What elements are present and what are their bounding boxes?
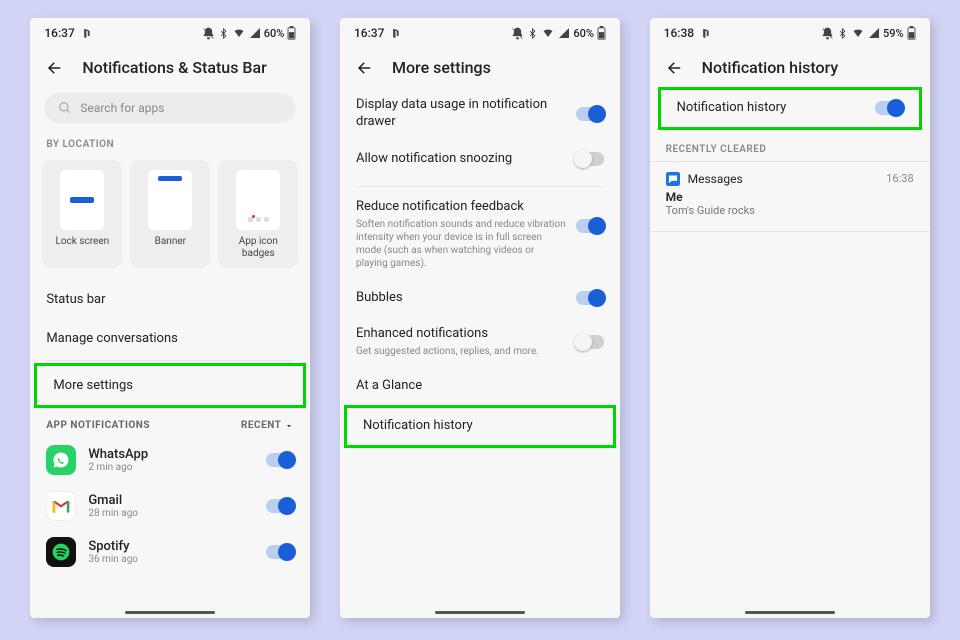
whatsapp-icon [52, 451, 70, 469]
by-location-label: BY LOCATION [30, 133, 310, 156]
search-input[interactable]: Search for apps [44, 93, 296, 123]
app-notifications-header: APP NOTIFICATIONS RECENT [30, 408, 310, 437]
status-time: 16:37 [354, 26, 384, 40]
bell-off-icon [511, 27, 524, 40]
app-row-spotify[interactable]: Spotify36 min ago [30, 529, 310, 575]
tile-lock-screen[interactable]: Lock screen [42, 160, 122, 268]
toggle-enhanced[interactable] [576, 335, 604, 349]
battery-percent: 60% [264, 27, 285, 40]
page-header: Notifications & Status Bar [30, 44, 310, 87]
screen-notifications-status-bar: 16:37 60% Notifications & Status Bar Sea… [30, 18, 310, 618]
playstation-icon [389, 28, 400, 39]
toggle-reduce-feedback[interactable] [576, 219, 604, 233]
signal-icon [868, 27, 880, 39]
divider [46, 360, 294, 361]
status-bar: 16:37 60% [340, 18, 620, 44]
status-time: 16:37 [44, 26, 74, 40]
playstation-icon [699, 28, 710, 39]
nav-handle[interactable] [125, 611, 215, 614]
page-header: More settings [340, 44, 620, 87]
row-display-data-usage[interactable]: Display data usage in notification drawe… [340, 87, 620, 141]
bluetooth-icon [527, 27, 538, 40]
toggle-gmail[interactable] [266, 499, 294, 513]
toggle-history[interactable] [875, 101, 903, 115]
battery-icon [597, 26, 606, 40]
highlight-notification-history: Notification history [344, 405, 616, 448]
toggle-spotify[interactable] [266, 545, 294, 559]
battery-percent: 59% [883, 27, 904, 40]
gmail-icon [51, 498, 71, 514]
wifi-icon [232, 27, 246, 39]
battery-percent: 60% [573, 27, 594, 40]
signal-icon [249, 27, 261, 39]
recent-dropdown[interactable]: RECENT [241, 420, 294, 431]
notification-body: Tom's Guide rocks [666, 204, 914, 217]
row-reduce-feedback[interactable]: Reduce notification feedback Soften noti… [340, 189, 620, 280]
item-more-settings[interactable]: More settings [37, 366, 303, 405]
row-bubbles[interactable]: Bubbles [340, 280, 620, 317]
notification-app-name: Messages [688, 172, 743, 186]
item-status-bar[interactable]: Status bar [30, 280, 310, 319]
toggle-whatsapp[interactable] [266, 453, 294, 467]
highlight-more-settings: More settings [34, 363, 306, 408]
recently-cleared-label: RECENTLY CLEARED [650, 138, 930, 161]
notification-time: 16:38 [886, 172, 913, 185]
row-notification-history[interactable]: Notification history [347, 408, 613, 445]
status-time: 16:38 [664, 26, 694, 40]
toggle-bubbles[interactable] [576, 291, 604, 305]
battery-icon [287, 26, 296, 40]
bluetooth-icon [218, 27, 229, 40]
item-manage-conversations[interactable]: Manage conversations [30, 319, 310, 358]
chevron-down-icon [284, 421, 294, 431]
signal-icon [558, 27, 570, 39]
status-bar: 16:37 60% [30, 18, 310, 44]
notification-sender: Me [666, 190, 914, 204]
divider [356, 186, 604, 187]
wifi-icon [851, 27, 865, 39]
toggle-snoozing[interactable] [576, 152, 604, 166]
nav-handle[interactable] [435, 611, 525, 614]
back-arrow-icon[interactable] [356, 59, 374, 77]
row-allow-snoozing[interactable]: Allow notification snoozing [340, 141, 620, 178]
playstation-icon [80, 28, 91, 39]
bell-off-icon [202, 27, 215, 40]
battery-icon [907, 26, 916, 40]
notification-item-messages[interactable]: Messages 16:38 Me Tom's Guide rocks [650, 162, 930, 227]
screen-notification-history: 16:38 59% Notification history Notificat… [650, 18, 930, 618]
back-arrow-icon[interactable] [666, 59, 684, 77]
row-at-a-glance[interactable]: At a Glance [340, 368, 620, 405]
location-tiles: Lock screen Banner App icon badges [30, 156, 310, 280]
page-title: More settings [392, 58, 491, 77]
spotify-icon [51, 542, 71, 562]
row-history-toggle[interactable]: Notification history [661, 90, 919, 127]
row-enhanced-notifications[interactable]: Enhanced notifications Get suggested act… [340, 316, 620, 368]
tile-banner[interactable]: Banner [130, 160, 210, 268]
toggle-display-usage[interactable] [576, 107, 604, 121]
screen-more-settings: 16:37 60% More settings Display data usa… [340, 18, 620, 618]
page-header: Notification history [650, 44, 930, 87]
search-icon [58, 101, 72, 115]
search-placeholder: Search for apps [80, 101, 164, 115]
app-row-gmail[interactable]: Gmail28 min ago [30, 483, 310, 529]
bluetooth-icon [837, 27, 848, 40]
status-bar: 16:38 59% [650, 18, 930, 44]
tile-app-icon-badges[interactable]: App icon badges [218, 160, 298, 268]
page-title: Notification history [702, 58, 839, 77]
messages-app-icon [666, 172, 680, 186]
back-arrow-icon[interactable] [46, 59, 64, 77]
nav-handle[interactable] [745, 611, 835, 614]
app-row-whatsapp[interactable]: WhatsApp2 min ago [30, 437, 310, 483]
bell-off-icon [821, 27, 834, 40]
divider [650, 231, 930, 232]
highlight-history-toggle: Notification history [658, 87, 922, 130]
page-title: Notifications & Status Bar [82, 58, 266, 77]
wifi-icon [541, 27, 555, 39]
